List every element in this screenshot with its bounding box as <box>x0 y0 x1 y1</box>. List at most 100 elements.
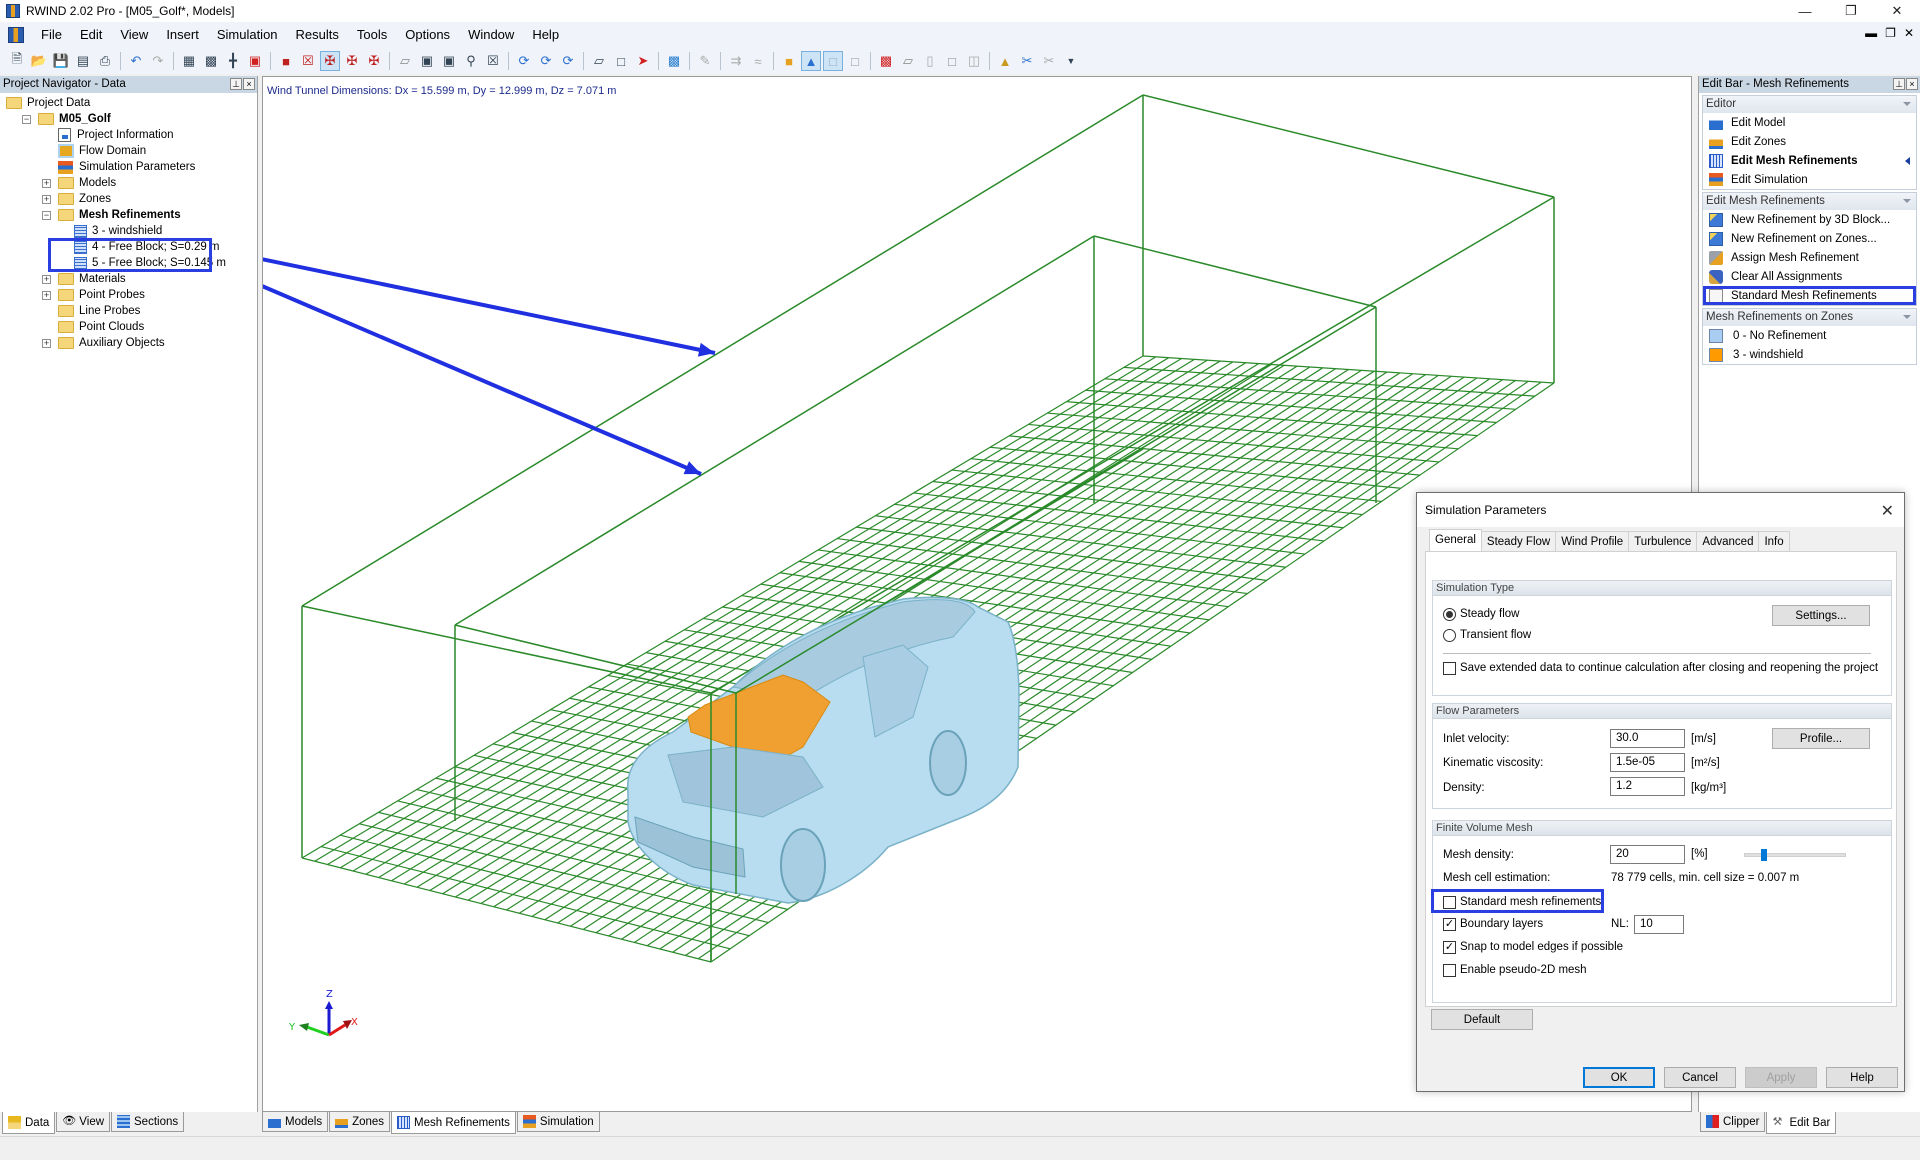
tab-wind-profile[interactable]: Wind Profile <box>1555 531 1630 551</box>
density-input[interactable]: 1.2 <box>1610 777 1685 796</box>
edit-bar-item[interactable]: 0 - No Refinement <box>1703 326 1916 345</box>
edit-bar-item[interactable]: Clear All Assignments <box>1703 267 1916 286</box>
tree-item[interactable]: Zones <box>58 191 111 207</box>
cut-tool-icon[interactable]: ✂ <box>1017 51 1037 71</box>
viscosity-input[interactable]: 1.5e-05 <box>1610 753 1685 772</box>
tree-item[interactable]: Project Data <box>6 95 90 111</box>
mesh-show-icon[interactable]: ■ <box>779 51 799 71</box>
cancel-button[interactable]: Cancel <box>1664 1067 1736 1088</box>
render-2-icon[interactable]: ✠ <box>342 51 362 71</box>
nl-input[interactable]: 10 <box>1634 915 1684 934</box>
panel-close-icon[interactable]: × <box>243 78 255 90</box>
pin-icon[interactable]: ⊥ <box>230 78 242 90</box>
tab-mesh-refinements[interactable]: Mesh Refinements <box>391 1112 516 1134</box>
document-menu-icon[interactable] <box>8 27 24 43</box>
close-button[interactable]: ✕ <box>1874 0 1920 22</box>
tree-item[interactable]: Flow Domain <box>58 143 146 159</box>
clip-plane-xz-icon[interactable]: □ <box>942 51 962 71</box>
mesh-ghost-icon[interactable]: □ <box>823 51 843 71</box>
save-icon[interactable]: 💾 <box>51 51 71 71</box>
edit-bar-item[interactable]: New Refinement by 3D Block... <box>1703 210 1916 229</box>
help-button[interactable]: Help <box>1826 1067 1898 1088</box>
new-file-icon[interactable]: 🗎 <box>7 51 27 71</box>
undo-icon[interactable]: ↶ <box>126 51 146 71</box>
view-xy-icon[interactable]: ▣ <box>417 51 437 71</box>
toolbar-overflow-icon[interactable]: ▼ <box>1061 51 1081 71</box>
expand-icon[interactable]: + <box>42 339 51 348</box>
view-xz-icon[interactable]: ▣ <box>439 51 459 71</box>
clip-plane-xy-icon[interactable]: ▱ <box>898 51 918 71</box>
tab-zones[interactable]: Zones <box>329 1112 391 1132</box>
color-arrow-icon[interactable]: ➤ <box>633 51 653 71</box>
clip-plane-yz-icon[interactable]: ▯ <box>920 51 940 71</box>
tree-item[interactable]: Mesh Refinements <box>58 207 181 223</box>
edit-bar-item[interactable]: 3 - windshield <box>1703 345 1916 364</box>
mdi-restore-button[interactable]: ❐ <box>1885 26 1896 40</box>
profile-button[interactable]: Profile... <box>1772 728 1870 749</box>
tree-item[interactable]: Line Probes <box>58 303 140 319</box>
menu-window[interactable]: Window <box>459 22 523 48</box>
section-header[interactable]: Edit Mesh Refinements <box>1703 193 1916 210</box>
view-front-box-icon[interactable]: ■ <box>276 51 296 71</box>
menu-simulation[interactable]: Simulation <box>208 22 287 48</box>
tab-edit-bar[interactable]: ⚒ Edit Bar <box>1766 1112 1837 1134</box>
mesh-copy-icon[interactable]: □ <box>845 51 865 71</box>
mesh-density-input[interactable]: 20 <box>1610 845 1685 864</box>
steady-flow-radio[interactable] <box>1443 608 1456 621</box>
menu-options[interactable]: Options <box>396 22 459 48</box>
menu-results[interactable]: Results <box>287 22 348 48</box>
tab-advanced[interactable]: Advanced <box>1696 531 1760 551</box>
iso-view-icon[interactable]: ▱ <box>589 51 609 71</box>
expand-icon[interactable]: + <box>42 291 51 300</box>
streamlines-icon[interactable]: ≈ <box>748 51 768 71</box>
expand-icon[interactable]: + <box>42 179 51 188</box>
cut-disabled-icon[interactable]: ✂ <box>1039 51 1059 71</box>
menu-insert[interactable]: Insert <box>157 22 208 48</box>
tree-item[interactable]: Point Probes <box>58 287 145 303</box>
section-header[interactable]: Editor <box>1703 96 1916 113</box>
rotate-center-icon[interactable]: ⟳ <box>536 51 556 71</box>
print-icon[interactable]: ⎙ <box>95 51 115 71</box>
pencil-select-icon[interactable]: ▲ <box>995 51 1015 71</box>
boundary-layers-checkbox[interactable]: ✓ <box>1443 918 1456 931</box>
render-3-icon[interactable]: ✠ <box>364 51 384 71</box>
edit-bar-item[interactable]: Edit Zones <box>1703 132 1916 151</box>
collapse-chevron-icon[interactable] <box>1903 102 1911 106</box>
rotate-left-icon[interactable]: ⟳ <box>514 51 534 71</box>
tree-item[interactable]: Models <box>58 175 116 191</box>
open-folder-icon[interactable]: 📂 <box>29 51 49 71</box>
menu-view[interactable]: View <box>111 22 157 48</box>
edit-bar-item[interactable]: Standard Mesh Refinements <box>1703 286 1916 305</box>
zoom-all-icon[interactable]: ☒ <box>483 51 503 71</box>
zoom-window-icon[interactable]: ⚲ <box>461 51 481 71</box>
select-all-icon[interactable]: ▦ <box>179 51 199 71</box>
tree-item[interactable]: 3 - windshield <box>74 223 162 239</box>
pseudo-2d-checkbox[interactable] <box>1443 964 1456 977</box>
mdi-close-button[interactable]: ✕ <box>1904 26 1914 40</box>
tree-item[interactable]: M05_Golf <box>38 111 111 127</box>
clipper-box-icon[interactable]: ▩ <box>876 51 896 71</box>
dialog-close-icon[interactable]: ✕ <box>1881 501 1894 521</box>
project-info-icon[interactable]: ▤ <box>73 51 93 71</box>
expand-icon[interactable]: + <box>42 275 51 284</box>
apply-button[interactable]: Apply <box>1745 1067 1817 1088</box>
mesh-density-slider-thumb[interactable] <box>1761 849 1768 861</box>
expand-icon[interactable]: + <box>42 195 51 204</box>
tab-models[interactable]: Models <box>262 1112 329 1132</box>
wireframe-icon[interactable]: ▱ <box>395 51 415 71</box>
tree-item[interactable]: Auxiliary Objects <box>58 335 165 351</box>
collapse-icon[interactable]: − <box>22 115 31 124</box>
ok-button[interactable]: OK <box>1583 1067 1655 1088</box>
flow-lines-icon[interactable]: ⇉ <box>726 51 746 71</box>
mesh-zone-active-icon[interactable]: ▲ <box>801 51 821 71</box>
menu-help[interactable]: Help <box>523 22 568 48</box>
redo-icon[interactable]: ↷ <box>148 51 168 71</box>
view-close-icon[interactable]: ☒ <box>298 51 318 71</box>
settings-button[interactable]: Settings... <box>1772 605 1870 626</box>
tab-simulation[interactable]: Simulation <box>516 1112 600 1132</box>
tree-item[interactable]: Point Clouds <box>58 319 144 335</box>
menu-file[interactable]: File <box>32 22 71 48</box>
tab-turbulence[interactable]: Turbulence <box>1628 531 1698 551</box>
default-button[interactable]: Default <box>1431 1009 1533 1030</box>
mesh-density-slider-track[interactable] <box>1744 853 1846 857</box>
